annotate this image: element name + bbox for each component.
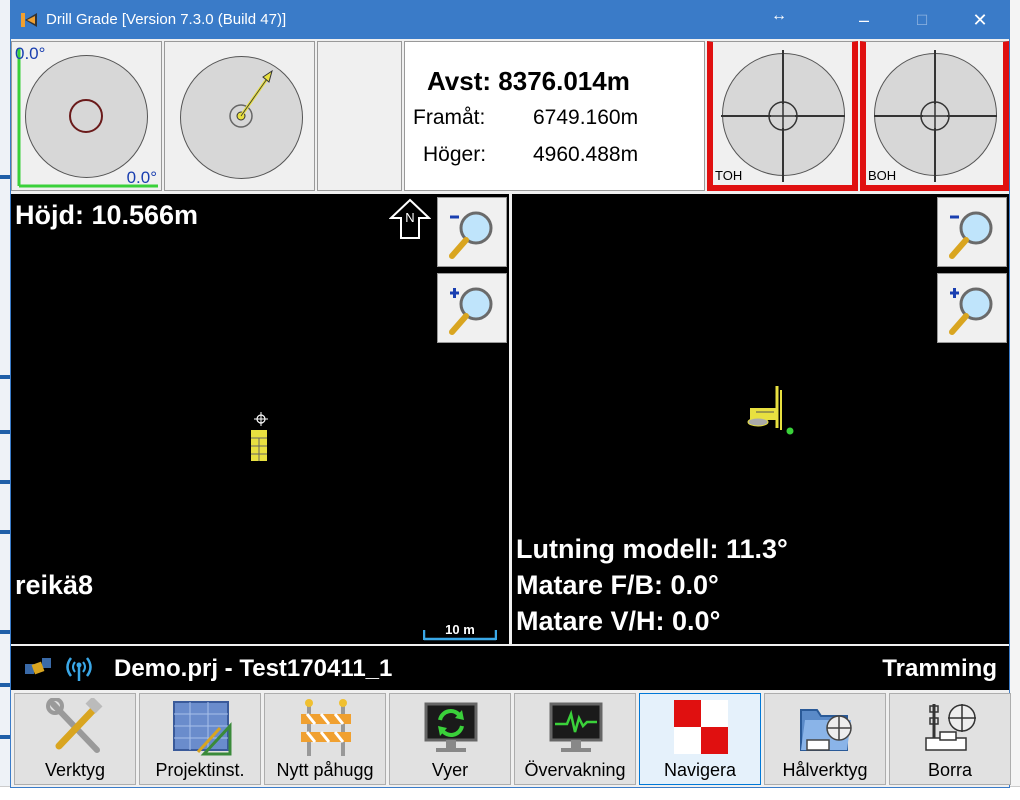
- boh-label: BOH: [868, 168, 897, 183]
- hole-name: reikä8: [15, 570, 94, 600]
- forward-label: Framåt:: [413, 106, 486, 129]
- drill-rig-icon: [925, 704, 976, 751]
- toh-label: TOH: [715, 168, 743, 183]
- main-toolbar: Verktyg Projektinst. Nytt påhugg Vyer Öv…: [11, 691, 1011, 787]
- monitor-refresh-icon: [424, 702, 478, 752]
- radio-signal-icon: [66, 657, 92, 681]
- tilt-angle-bottom: 0.0°: [126, 168, 157, 187]
- barrier-icon: [301, 699, 351, 756]
- new-heading-label: Nytt påhugg: [276, 760, 374, 780]
- tilt-indicator-panel: 0.0° 0.0°: [11, 41, 162, 191]
- app-logo-icon: [21, 13, 37, 27]
- zoom-in-button[interactable]: [437, 273, 507, 343]
- monitor-pulse-icon: [549, 702, 603, 752]
- side-zoom-in-button[interactable]: [937, 273, 1007, 343]
- forward-value: 6749.160m: [533, 106, 639, 129]
- checker-flag-icon: [674, 700, 728, 754]
- drill-label: Borra: [927, 760, 972, 780]
- project-settings-icon: [173, 701, 232, 756]
- tools-icon: [46, 698, 103, 753]
- hole-folder-icon: [800, 709, 852, 751]
- toh-crosshair-icon: [721, 50, 845, 182]
- boh-target-panel: BOH: [860, 41, 1009, 191]
- navigate-label: Navigera: [663, 760, 737, 780]
- project-settings-label: Projektinst.: [155, 760, 245, 780]
- tilt-angle-top: 0.0°: [15, 44, 46, 63]
- boh-crosshair-icon: [874, 50, 997, 182]
- right-value: 4960.488m: [533, 143, 639, 166]
- hole-tools-label: Hålverktyg: [782, 760, 868, 780]
- zoom-out-button[interactable]: [437, 197, 507, 267]
- background-bottom-strip: [0, 786, 1020, 800]
- zoom-out-icon: [949, 211, 993, 259]
- zoom-out-icon: [449, 211, 493, 259]
- close-button[interactable]: ✕: [952, 1, 1008, 39]
- drill-rig-top-view-icon: [251, 412, 268, 461]
- monitoring-label: Övervakning: [524, 760, 626, 780]
- feeder-vh-readout: Matare V/H: 0.0°: [516, 606, 721, 636]
- feeder-fb-readout: Matare F/B: 0.0°: [516, 570, 719, 600]
- maximize-button[interactable]: ☐: [894, 1, 950, 39]
- navigate-button[interactable]: Navigera: [639, 693, 761, 785]
- direction-compass-panel: [164, 41, 315, 191]
- zoom-in-icon: [449, 287, 493, 335]
- drill-button[interactable]: Borra: [889, 693, 1011, 785]
- tools-button[interactable]: Verktyg: [14, 693, 136, 785]
- toh-target-panel: TOH: [707, 41, 858, 191]
- plan-view[interactable]: Höjd: 10.566m N reikä8 10 m: [11, 194, 509, 644]
- window-title: Drill Grade [Version 7.3.0 (Build 47)]: [46, 11, 287, 28]
- distance-info-panel: Avst: 8376.014m Framåt: 6749.160m Höger:…: [404, 41, 705, 191]
- operating-mode: Tramming: [882, 655, 997, 682]
- monitoring-button[interactable]: Övervakning: [514, 693, 636, 785]
- project-name: Demo.prj - Test170411_1: [114, 655, 393, 682]
- model-slope-readout: Lutning modell: 11.3°: [516, 534, 788, 564]
- side-zoom-out-button[interactable]: [937, 197, 1007, 267]
- north-arrow-icon: N: [389, 198, 431, 240]
- scale-label: 10 m: [445, 622, 475, 637]
- satellite-icon: [25, 658, 51, 675]
- app-window: Drill Grade [Version 7.3.0 (Build 47)] ↔…: [10, 0, 1011, 788]
- tools-label: Verktyg: [44, 760, 106, 780]
- height-readout: Höjd: 10.566m: [15, 200, 199, 230]
- distance-total: Avst: 8376.014m: [427, 66, 630, 96]
- background-left-strip: [0, 0, 10, 799]
- project-settings-button[interactable]: Projektinst.: [139, 693, 261, 785]
- views-label: Vyer: [431, 760, 469, 780]
- new-heading-button[interactable]: Nytt påhugg: [264, 693, 386, 785]
- compass-needle-icon: [229, 69, 273, 128]
- drill-rig-side-view-icon: [747, 386, 794, 435]
- scale-bar: 10 m: [423, 622, 497, 642]
- views-button[interactable]: Vyer: [389, 693, 511, 785]
- side-view[interactable]: Lutning modell: 11.3° Matare F/B: 0.0° M…: [512, 194, 1009, 644]
- minimize-button[interactable]: –: [836, 1, 892, 39]
- status-bar: Demo.prj - Test170411_1 Tramming: [11, 646, 1009, 690]
- north-label: N: [405, 210, 415, 225]
- right-label: Höger:: [423, 143, 487, 166]
- resize-icon[interactable]: ↔: [771, 7, 787, 25]
- hole-tools-button[interactable]: Hålverktyg: [764, 693, 886, 785]
- zoom-in-icon: [949, 287, 993, 335]
- title-bar[interactable]: Drill Grade [Version 7.3.0 (Build 47)] ↔…: [11, 1, 1009, 39]
- empty-panel: [317, 41, 402, 191]
